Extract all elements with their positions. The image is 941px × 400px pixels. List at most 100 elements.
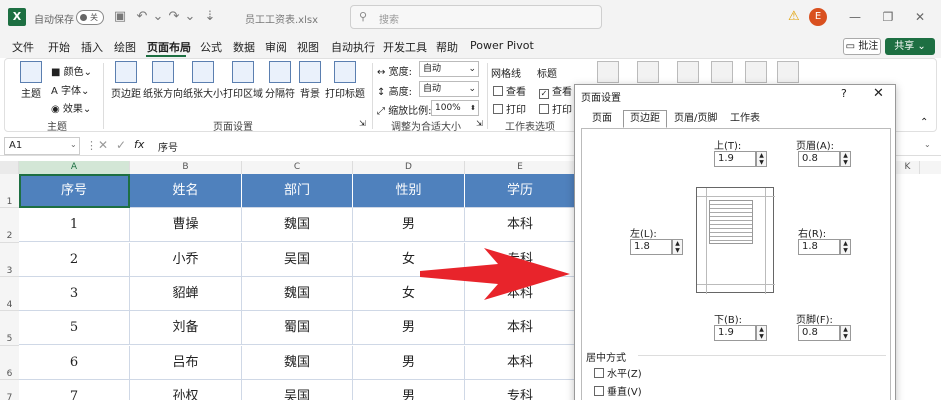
table-cell[interactable]: 本科 [465, 311, 576, 345]
row-header[interactable]: 3 [0, 243, 19, 277]
table-cell[interactable]: 专科 [465, 380, 576, 400]
table-cell[interactable]: 男 [353, 311, 465, 345]
spin-icon[interactable]: ▲ ▼ [756, 151, 767, 167]
function-icon[interactable]: fx [134, 138, 144, 151]
column-header-k[interactable]: K [896, 161, 920, 174]
breaks-button[interactable]: 分隔符 [263, 61, 297, 100]
table-cell[interactable]: 3 [19, 277, 130, 311]
tab-page-layout[interactable]: 页面布局 [147, 39, 191, 55]
tab-home[interactable]: 开始 [48, 39, 70, 55]
table-header-cell[interactable]: 学历 [465, 174, 576, 208]
row-header[interactable]: 2 [0, 208, 19, 243]
table-cell[interactable]: 5 [19, 311, 130, 345]
name-box[interactable]: A1 [4, 137, 80, 155]
left-margin-input[interactable]: 1.8 ▲ ▼ [630, 239, 683, 255]
restore-icon[interactable]: ❐ [878, 8, 898, 26]
send-backward-icon[interactable] [637, 61, 659, 85]
gridlines-print-checkbox[interactable]: 打印 [493, 101, 526, 116]
column-header-b[interactable]: B [130, 161, 242, 174]
spin-icon[interactable]: ▲ ▼ [756, 325, 767, 341]
center-vertical-checkbox[interactable]: 垂直(V) [594, 383, 642, 398]
tab-help[interactable]: 帮助 [436, 39, 458, 55]
table-cell[interactable]: 本科 [465, 346, 576, 380]
table-cell[interactable]: 男 [353, 380, 465, 400]
tab-power-pivot[interactable]: Power Pivot [470, 39, 534, 52]
table-cell[interactable]: 本科 [465, 208, 576, 242]
colors-button[interactable]: ■ 颜色⌄ [51, 63, 92, 78]
width-select[interactable]: 自动 ⌄ [419, 61, 479, 77]
table-header-cell[interactable]: 部门 [242, 174, 353, 208]
table-cell[interactable]: 魏国 [242, 346, 353, 380]
table-cell[interactable]: 男 [353, 208, 465, 242]
table-header-cell[interactable]: 性别 [353, 174, 465, 208]
redo-dropdown-icon[interactable]: ⌄ [182, 9, 198, 25]
spin-icon[interactable]: ▲ ▼ [840, 325, 851, 341]
table-cell[interactable]: 曹操 [130, 208, 242, 242]
cancel-icon[interactable]: ✕ [98, 138, 108, 152]
tab-view[interactable]: 视图 [297, 39, 319, 55]
tab-formulas[interactable]: 公式 [200, 39, 222, 55]
headings-print-checkbox[interactable]: 打印 [539, 101, 572, 116]
tab-file[interactable]: 文件 [12, 39, 34, 55]
right-margin-input[interactable]: 1.8 ▲ ▼ [798, 239, 851, 255]
tab-review[interactable]: 审阅 [265, 39, 287, 55]
customize-toolbar-icon[interactable]: ⇣ [202, 9, 218, 25]
header-margin-input[interactable]: 0.8 ▲ ▼ [798, 151, 851, 167]
minimize-icon[interactable]: — [845, 8, 865, 26]
footer-margin-input[interactable]: 0.8 ▲ ▼ [798, 325, 851, 341]
row-header[interactable]: 4 [0, 277, 19, 311]
selection-pane-icon[interactable] [677, 61, 699, 85]
tab-page[interactable]: 页面 [585, 110, 619, 128]
table-cell[interactable]: 孙权 [130, 380, 242, 400]
help-icon[interactable]: ? [841, 87, 847, 100]
bottom-margin-input[interactable]: 1.9 ▲ ▼ [714, 325, 767, 341]
group-icon[interactable] [745, 61, 767, 85]
margins-button[interactable]: 页边距 [109, 61, 143, 100]
align-icon[interactable] [711, 61, 733, 85]
row-header[interactable]: 7 [0, 380, 19, 400]
column-header-e[interactable]: E [465, 161, 576, 174]
column-header-a[interactable]: A [19, 161, 130, 174]
bring-forward-icon[interactable] [597, 61, 619, 85]
scale-input[interactable]: 100% ⬍ [431, 100, 479, 116]
table-cell[interactable]: 吴国 [242, 243, 353, 277]
warning-icon[interactable]: ⚠ [788, 9, 800, 24]
tab-developer[interactable]: 开发工具 [383, 39, 427, 55]
table-cell[interactable]: 貂蝉 [130, 277, 242, 311]
table-cell[interactable]: 魏国 [242, 208, 353, 242]
spin-icon[interactable]: ▲ ▼ [840, 151, 851, 167]
size-button[interactable]: 纸张大小 [183, 61, 223, 100]
table-cell[interactable]: 6 [19, 346, 130, 380]
tab-data[interactable]: 数据 [233, 39, 255, 55]
enter-icon[interactable]: ✓ [116, 138, 126, 152]
share-button[interactable]: 共享 ⌄ [885, 38, 935, 55]
select-all[interactable] [0, 161, 19, 174]
redo-icon[interactable]: ↷ [166, 9, 182, 25]
background-button[interactable]: 背景 [297, 61, 323, 100]
table-header-cell[interactable]: 序号 [19, 174, 130, 208]
avatar[interactable]: E [809, 8, 827, 26]
expand-formula-icon[interactable]: ⌄ [924, 140, 931, 149]
top-margin-input[interactable]: 1.9 ▲ ▼ [714, 151, 767, 167]
rotate-icon[interactable] [777, 61, 799, 85]
name-box-dropdown-icon[interactable]: ⌄ [70, 140, 77, 149]
close-icon[interactable]: ✕ [873, 86, 884, 101]
tab-sheet[interactable]: 工作表 [723, 110, 767, 128]
page-setup-launcher-icon[interactable]: ⇲ [359, 119, 366, 128]
row-header[interactable]: 5 [0, 311, 19, 346]
tab-margins[interactable]: 页边距 [623, 110, 667, 128]
fonts-button[interactable]: A 字体⌄ [51, 82, 89, 97]
center-horizontal-checkbox[interactable]: 水平(Z) [594, 365, 642, 380]
search-input[interactable]: ⚲ 搜索 [350, 5, 602, 29]
tab-insert[interactable]: 插入 [81, 39, 103, 55]
tab-draw[interactable]: 绘图 [114, 39, 136, 55]
scale-launcher-icon[interactable]: ⇲ [476, 119, 483, 128]
table-cell[interactable]: 吴国 [242, 380, 353, 400]
print-titles-button[interactable]: 打印标题 [325, 61, 365, 100]
headings-view-checkbox[interactable]: ✓ 查看 [539, 83, 572, 99]
row-header[interactable]: 1 [0, 174, 19, 208]
table-cell[interactable]: 1 [19, 208, 130, 242]
table-cell[interactable]: 7 [19, 380, 130, 400]
column-header-c[interactable]: C [242, 161, 353, 174]
table-cell[interactable]: 蜀国 [242, 311, 353, 345]
